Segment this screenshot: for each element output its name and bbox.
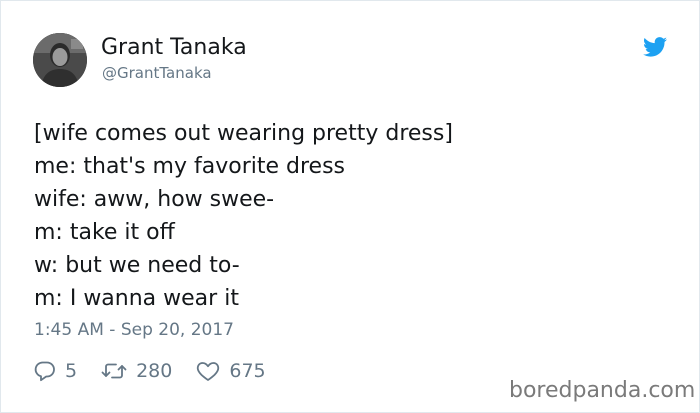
user-handle[interactable]: @GrantTanaka [102, 64, 212, 82]
tweet-line: wife: aww, how swee- [34, 187, 275, 212]
tweet-line: m: take it off [34, 220, 175, 245]
avatar-photo [33, 33, 87, 87]
reply-button[interactable]: 5 [34, 359, 77, 383]
retweet-button[interactable]: 280 [101, 359, 172, 383]
tweet-line: me: that's my favorite dress [34, 154, 345, 179]
heart-icon [197, 362, 220, 381]
retweet-count: 280 [136, 360, 173, 382]
tweet-line: w: but we need to- [34, 253, 240, 278]
display-name[interactable]: Grant Tanaka [101, 35, 247, 61]
tweet-text: [wife comes out wearing pretty dress] me… [34, 117, 674, 315]
reply-count: 5 [65, 360, 78, 382]
source-watermark: boredpanda.com [509, 378, 696, 403]
twitter-bird-icon[interactable] [643, 37, 667, 57]
like-count: 675 [229, 360, 266, 382]
like-button[interactable]: 675 [196, 359, 266, 383]
avatar[interactable] [33, 33, 87, 87]
tweet-actions: 5 280 675 [34, 359, 290, 383]
tweet-timestamp[interactable]: 1:45 AM - Sep 20, 2017 [34, 319, 234, 341]
tweet-line: m: I wanna wear it [34, 286, 239, 311]
tweet-line: [wife comes out wearing pretty dress] [34, 121, 453, 146]
tweet-card: Grant Tanaka @GrantTanaka [wife comes ou… [0, 0, 700, 413]
reply-bubble-icon [34, 361, 55, 382]
retweet-icon [101, 363, 127, 379]
